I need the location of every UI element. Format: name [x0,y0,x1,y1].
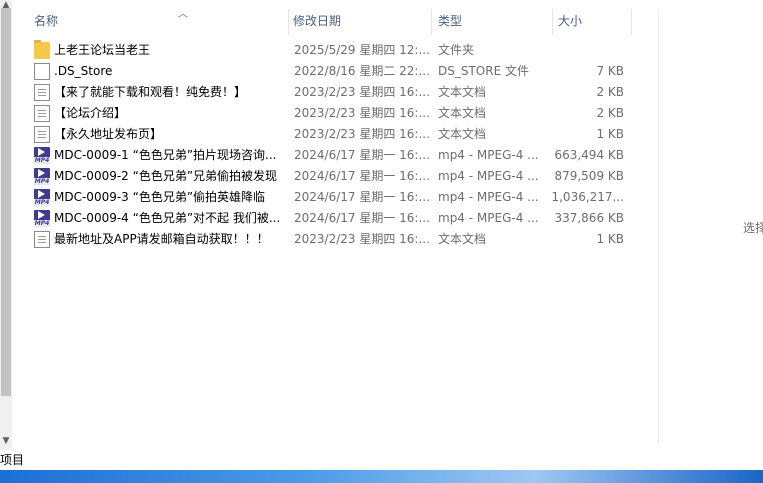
preview-pane-divider[interactable] [658,9,659,443]
file-date: 2023/2/23 星期四 16:... [294,85,430,99]
file-row[interactable]: MP4 MDC-0009-3 “色色兄弟”偷拍英雄降临 2024/6/17 星期… [28,187,632,208]
file-date: 2023/2/23 星期四 16:... [294,232,430,246]
file-row[interactable]: .DS_Store 2022/8/16 星期二 22:... DS_STORE … [28,61,632,82]
file-row[interactable]: 【论坛介绍】 2023/2/23 星期四 16:... 文本文档 2 KB [28,103,632,124]
file-type: 文本文档 [438,232,487,246]
file-size: 663,494 KB [554,148,624,162]
file-row[interactable]: 最新地址及APP请发邮箱自动获取！！！ 2023/2/23 星期四 16:...… [28,229,632,250]
file-row[interactable]: 【永久地址发布页】 2023/2/23 星期四 16:... 文本文档 1 KB [28,124,632,145]
scroll-down-icon[interactable]: ▼ [0,436,12,446]
status-bar-items: 项目 [0,453,25,467]
text-file-icon [34,126,50,143]
mp4-file-icon: MP4 [34,189,50,206]
file-name: .DS_Store [54,64,113,78]
file-row[interactable]: MP4 MDC-0009-2 “色色兄弟”兄弟偷拍被发现 2024/6/17 星… [28,166,632,187]
file-date: 2024/6/17 星期一 16:... [294,211,430,225]
file-name: MDC-0009-2 “色色兄弟”兄弟偷拍被发现 [54,169,278,183]
file-size: 1 KB [596,232,624,246]
text-file-icon [34,105,50,122]
taskbar [0,470,763,483]
column-header-date[interactable]: 修改日期 [287,9,432,35]
file-name: 【来了就能下载和观看！纯免费！】 [54,85,247,99]
column-type-label: 类型 [438,14,463,28]
file-date: 2023/2/23 星期四 16:... [294,127,430,141]
file-name: MDC-0009-3 “色色兄弟”偷拍英雄降临 [54,190,266,204]
file-size: 1 KB [596,127,624,141]
mp4-file-icon: MP4 [34,147,50,164]
file-row[interactable]: MP4 MDC-0009-4 “色色兄弟”对不起 我们被... 2024/6/1… [28,208,632,229]
file-size: 2 KB [596,85,624,99]
file-type: DS_STORE 文件 [438,64,529,78]
text-file-icon [34,84,50,101]
column-header-size[interactable]: 大小 [552,9,632,35]
column-name-label: 名称 [34,14,59,28]
file-row[interactable]: 上老王论坛当老王 2025/5/29 星期四 12:... 文件夹 [28,40,632,61]
file-type: 文件夹 [438,43,475,57]
column-header: 名称 ︿ 修改日期 类型 大小 [24,9,634,35]
file-name: 【论坛介绍】 [54,106,127,120]
file-type: 文本文档 [438,127,487,141]
column-header-name[interactable]: 名称 ︿ [28,9,289,35]
file-date: 2022/8/16 星期二 22:... [294,64,430,78]
scrollbar-thumb[interactable] [1,8,11,396]
column-date-label: 修改日期 [293,14,342,28]
file-date: 2024/6/17 星期一 16:... [294,148,430,162]
file-name: MDC-0009-4 “色色兄弟”对不起 我们被... [54,211,281,225]
file-type: 文本文档 [438,85,487,99]
file-type: mp4 - MPEG-4 ... [438,169,539,183]
file-size: 1,036,217... [551,190,624,204]
file-name: 【永久地址发布页】 [54,127,163,141]
file-date: 2023/2/23 星期四 16:... [294,106,430,120]
mp4-file-icon: MP4 [34,168,50,185]
scrollbar[interactable]: ▲ ▼ [0,0,12,450]
file-name: 最新地址及APP请发邮箱自动获取！！！ [54,232,269,246]
file-size: 2 KB [596,106,624,120]
file-type: mp4 - MPEG-4 ... [438,190,539,204]
column-header-type[interactable]: 类型 [432,9,553,35]
file-date: 2024/6/17 星期一 16:... [294,169,430,183]
file-date: 2025/5/29 星期四 12:... [294,43,430,57]
sort-ascending-icon: ︿ [178,9,188,20]
file-type: mp4 - MPEG-4 ... [438,211,539,225]
file-size: 879,509 KB [554,169,624,183]
file-name: 上老王论坛当老王 [54,43,151,57]
file-row[interactable]: 【来了就能下载和观看！纯免费！】 2023/2/23 星期四 16:... 文本… [28,82,632,103]
file-row[interactable]: MP4 MDC-0009-1 “色色兄弟”拍片现场咨询... 2024/6/17… [28,145,632,166]
mp4-file-icon: MP4 [34,210,50,227]
blank-file-icon [34,63,50,80]
file-date: 2024/6/17 星期一 16:... [294,190,430,204]
file-size: 7 KB [596,64,624,78]
file-type: 文本文档 [438,106,487,120]
column-size-label: 大小 [558,14,583,28]
folder-icon [34,40,50,59]
preview-pane-hint: 选择 [743,221,763,235]
file-size: 337,866 KB [554,211,624,225]
text-file-icon [34,231,50,248]
file-type: mp4 - MPEG-4 ... [438,148,539,162]
file-name: MDC-0009-1 “色色兄弟”拍片现场咨询... [54,148,277,162]
